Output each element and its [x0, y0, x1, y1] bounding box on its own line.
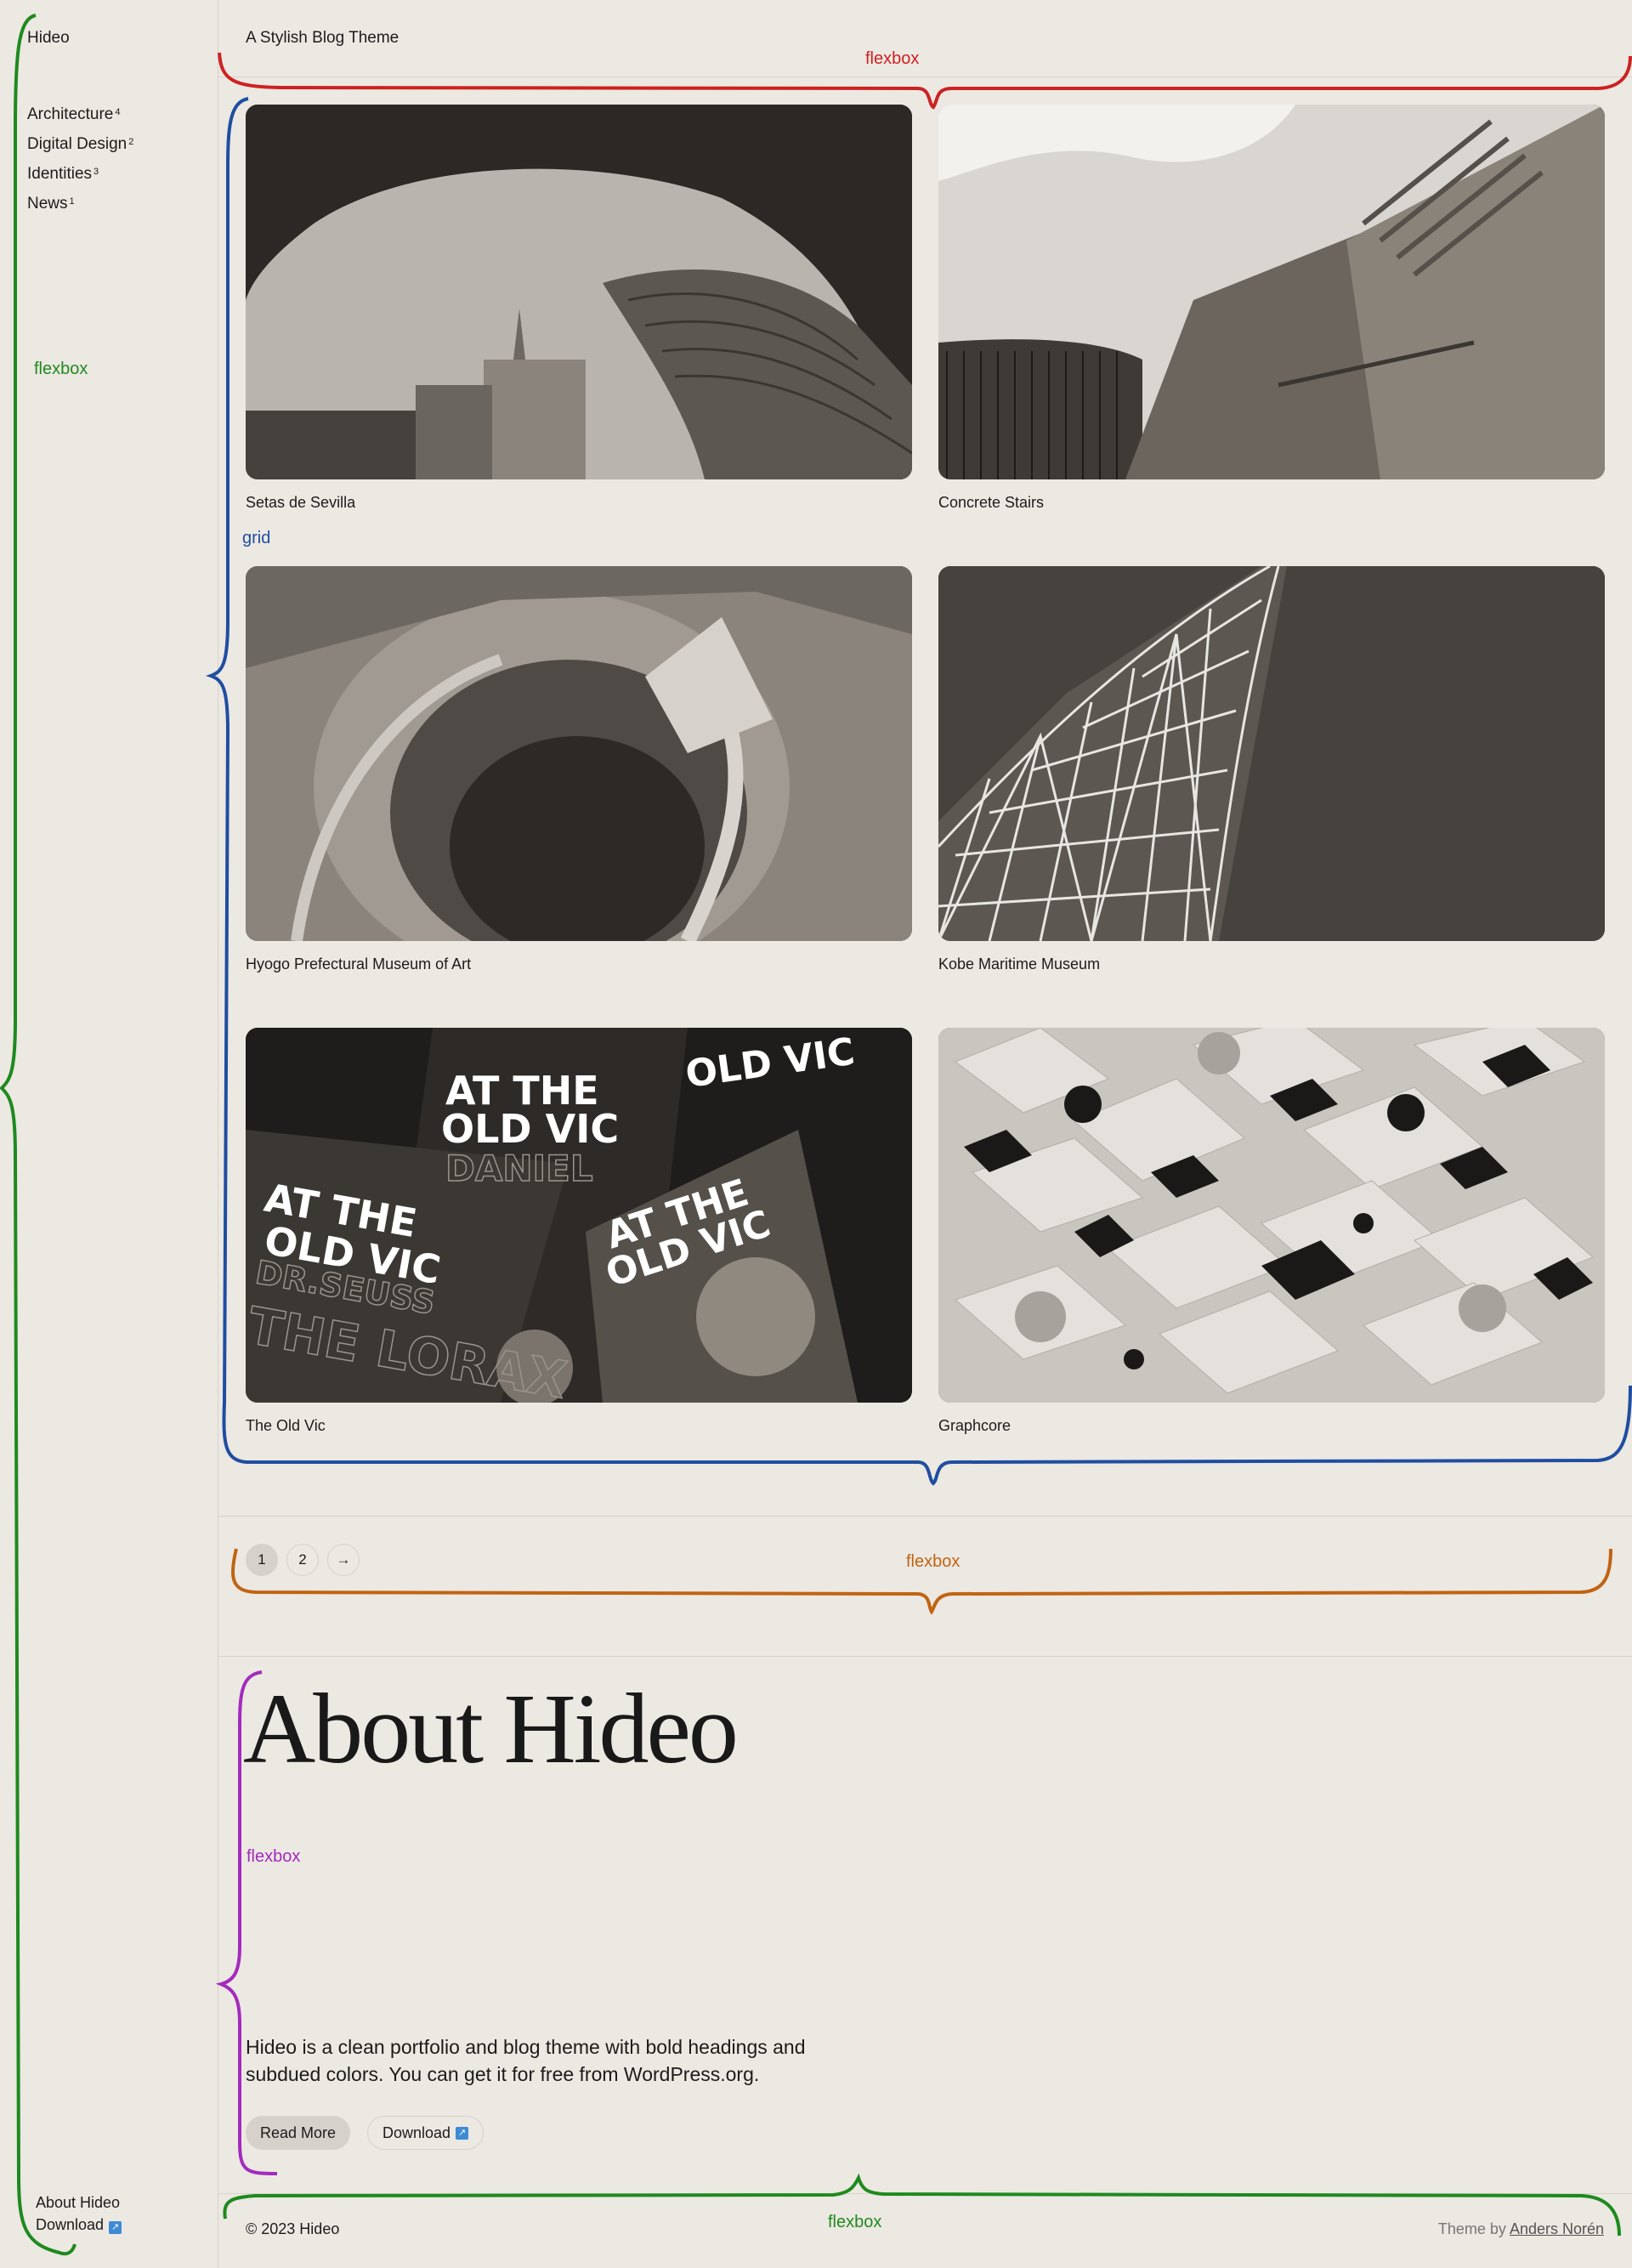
post-thumbnail[interactable] [938, 1028, 1605, 1403]
post-card[interactable]: AT THE OLD VIC AT THE OLD VIC AT THE OLD… [246, 1028, 912, 1435]
download-link[interactable]: Download ↗ [36, 2214, 122, 2236]
sidebar: Hideo Architecture 4 Digital Design 2 Iden… [0, 0, 218, 2268]
author-link[interactable]: Anders Norén [1510, 2220, 1604, 2237]
copyright: © 2023 Hideo [246, 2220, 340, 2237]
about-link[interactable]: About Hideo [36, 2191, 122, 2214]
setas-photo [246, 105, 912, 479]
about-text: Hideo is a clean portfolio and blog them… [246, 2036, 806, 2085]
post-title[interactable]: Hyogo Prefectural Museum of Art [246, 955, 912, 973]
pagination-divider [218, 1656, 1632, 1657]
annotation-label-flexbox: flexbox [906, 1552, 960, 1571]
post-thumbnail[interactable]: AT THE OLD VIC AT THE OLD VIC AT THE OLD… [246, 1028, 912, 1403]
post-thumbnail[interactable] [246, 566, 912, 941]
annotation-label-flexbox: flexbox [865, 49, 920, 68]
post-title[interactable]: Setas de Sevilla [246, 494, 912, 512]
category-item-news[interactable]: News 1 [27, 193, 133, 223]
footer-divider [218, 2193, 1632, 2194]
next-arrow-icon[interactable]: → [327, 1544, 360, 1576]
site-tagline: A Stylish Blog Theme [246, 29, 400, 47]
post-thumbnail[interactable] [938, 566, 1605, 941]
category-item-architecture[interactable]: Architecture 4 [27, 104, 133, 133]
annotation-label-flexbox: flexbox [828, 2213, 882, 2231]
about-title: About Hideo [243, 1673, 739, 1784]
page-1-button[interactable]: 1 [246, 1544, 278, 1576]
svg-text:DANIEL: DANIEL [445, 1148, 593, 1189]
external-link-icon: ↗ [456, 2126, 469, 2140]
post-card[interactable]: Setas de Sevilla [246, 105, 912, 512]
old-vic-photo: AT THE OLD VIC AT THE OLD VIC AT THE OLD… [246, 1028, 912, 1403]
concrete-stairs-photo [938, 105, 1605, 479]
kobe-museum-photo [938, 566, 1605, 941]
svg-text:OLD VIC: OLD VIC [441, 1106, 619, 1152]
category-list: Architecture 4 Digital Design 2 Identities… [27, 104, 133, 223]
post-card[interactable]: Concrete Stairs [938, 105, 1605, 512]
hyogo-museum-photo [246, 566, 912, 941]
post-card[interactable]: Hyogo Prefectural Museum of Art [246, 566, 912, 973]
theme-credit: Theme by Anders Norén [1437, 2220, 1604, 2237]
external-link-icon: ↗ [109, 2221, 122, 2234]
post-title[interactable]: Graphcore [938, 1417, 1605, 1435]
annotation-label-flexbox: flexbox [246, 1847, 301, 1866]
post-title[interactable]: The Old Vic [246, 1417, 912, 1435]
post-thumbnail[interactable] [246, 105, 912, 479]
site-name[interactable]: Hideo [27, 29, 70, 48]
post-title[interactable]: Concrete Stairs [938, 494, 1605, 512]
pagination: 1 2 → [246, 1544, 360, 1576]
sidebar-footer: About Hideo Download ↗ [36, 2191, 122, 2236]
post-card[interactable]: Kobe Maritime Museum [938, 566, 1605, 973]
category-item-identities[interactable]: Identities 3 [27, 163, 133, 193]
category-item-digital-design[interactable]: Digital Design 2 [27, 133, 133, 163]
read-more-button[interactable]: Read More [246, 2116, 351, 2150]
post-thumbnail[interactable] [938, 105, 1605, 479]
grid-divider [218, 1516, 1632, 1517]
annotation-label-grid: grid [242, 529, 271, 547]
annotation-label-flexbox: flexbox [34, 360, 88, 378]
post-title[interactable]: Kobe Maritime Museum [938, 955, 1605, 973]
download-button[interactable]: Download ↗ [367, 2116, 484, 2150]
page-2-button[interactable]: 2 [286, 1544, 319, 1576]
graphcore-photo [938, 1028, 1605, 1403]
post-card[interactable]: Graphcore [938, 1028, 1605, 1435]
